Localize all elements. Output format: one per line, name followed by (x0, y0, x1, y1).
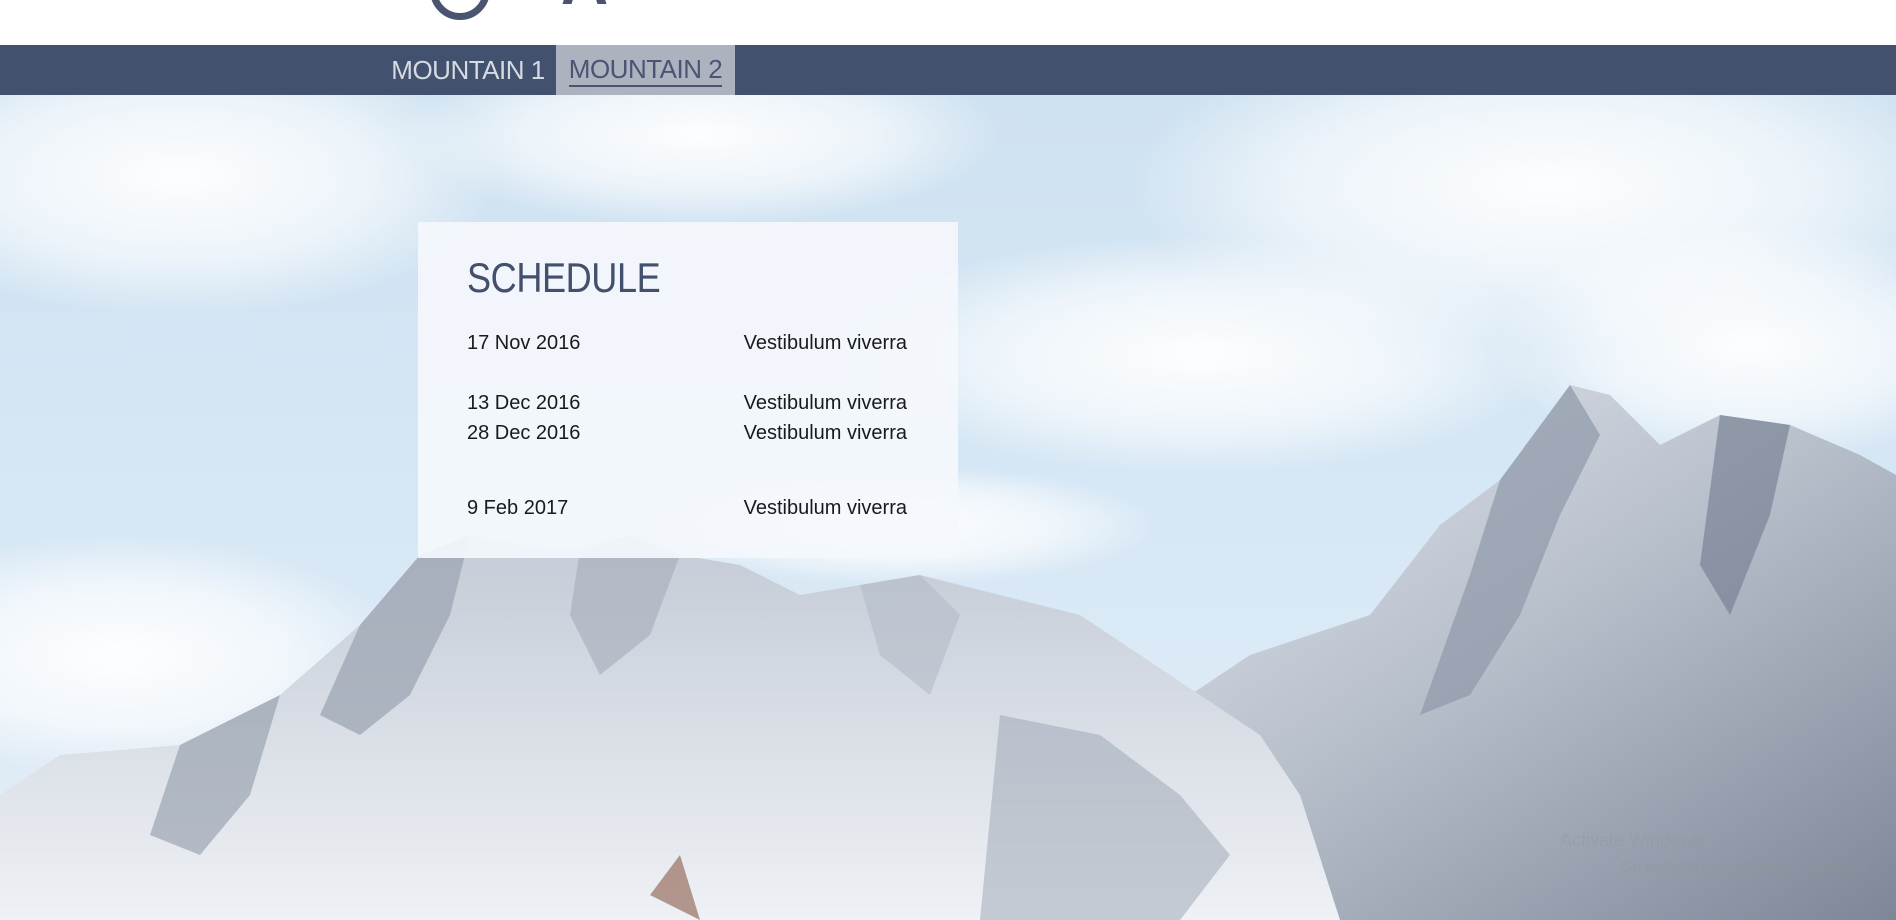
schedule-date: 9 Feb 2017 (467, 497, 569, 519)
schedule-date: 28 Dec 2016 (467, 422, 581, 444)
schedule-row: 9 Feb 2017 Vestibulum viverra (467, 497, 907, 523)
schedule-date: 13 Dec 2016 (467, 392, 581, 414)
windows-activation-watermark: Activate Windows Go to Settings to activ… (1560, 826, 1873, 882)
tab-mountain-2[interactable]: MOUNTAIN 2 (556, 45, 735, 95)
schedule-row: 17 Nov 2016 Vestibulum viverra (467, 332, 907, 358)
main-navigation: MOUNTAIN 1 MOUNTAIN 2 (0, 45, 1896, 95)
watermark-line-2: Go to Settings to activate Windows. (1620, 859, 1873, 876)
schedule-event: Vestibulum viverra (743, 422, 907, 444)
logo-glyph (586, 0, 607, 4)
hero-background: SCHEDULE 17 Nov 2016 Vestibulum viverra … (0, 95, 1896, 920)
tab-label: MOUNTAIN 2 (568, 53, 723, 87)
logo-glyph (430, 0, 490, 20)
site-header (0, 0, 1896, 45)
logo-glyph (562, 0, 583, 4)
tab-mountain-1[interactable]: MOUNTAIN 1 (391, 45, 545, 95)
watermark-line-1: Activate Windows (1560, 830, 1703, 850)
schedule-card: SCHEDULE 17 Nov 2016 Vestibulum viverra … (418, 222, 958, 558)
page: MOUNTAIN 1 MOUNTAIN 2 SCHEDULE 17 Nov 20… (0, 0, 1896, 920)
schedule-title: SCHEDULE (467, 254, 661, 301)
schedule-date: 17 Nov 2016 (467, 332, 581, 354)
tab-label: MOUNTAIN 1 (391, 54, 545, 85)
schedule-event: Vestibulum viverra (743, 392, 907, 414)
site-logo[interactable] (430, 0, 630, 20)
schedule-event: Vestibulum viverra (743, 332, 907, 354)
schedule-row: 28 Dec 2016 Vestibulum viverra (467, 422, 907, 448)
schedule-event: Vestibulum viverra (743, 497, 907, 519)
schedule-row: 13 Dec 2016 Vestibulum viverra (467, 392, 907, 418)
